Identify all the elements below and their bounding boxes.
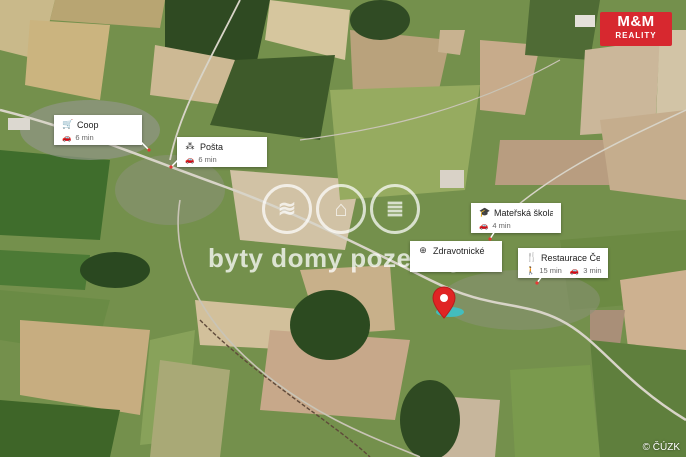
- layers-icon: ≣: [370, 184, 420, 234]
- poi-walk-time: 15 min: [539, 266, 562, 275]
- car-icon: 🚗: [479, 221, 489, 230]
- poi-pointer: [488, 231, 496, 241]
- poi-name: Coop: [77, 119, 99, 130]
- poi-drive-time: 6 min: [198, 155, 217, 164]
- walk-icon: 🚶: [526, 266, 536, 275]
- poi-card-restaurace[interactable]: 🍴Restaurace Český... 🚶15 min 🚗3 min: [518, 248, 608, 278]
- poi-drive-time: 4 min: [492, 221, 511, 230]
- poi-pointer: [141, 142, 151, 152]
- people-icon: ⁂: [185, 141, 195, 151]
- graduation-cap-icon: 🎓: [479, 207, 491, 217]
- medical-icon: ⊕: [419, 245, 427, 255]
- poi-pointer: [535, 276, 543, 285]
- brand-logo-text: M&M: [617, 13, 655, 30]
- brand-logo-subtext: REALITY: [615, 31, 657, 40]
- poi-name: Mateřská škola K...: [494, 207, 553, 218]
- fork-knife-icon: 🍴: [526, 252, 538, 262]
- shopping-cart-icon: 🛒: [62, 119, 74, 129]
- poi-card-posta[interactable]: ⁂ Pošta 🚗 6 min: [177, 137, 267, 167]
- car-icon: 🚗: [185, 155, 195, 164]
- map-attribution: © ČÚZK: [642, 442, 680, 453]
- car-icon: 🚗: [62, 133, 72, 142]
- poi-name: Restaurace Český...: [541, 252, 600, 263]
- poi-card-materska-skola[interactable]: 🎓Mateřská škola K... 🚗4 min: [471, 203, 561, 233]
- poi-name: Zdravotnické: [433, 245, 485, 256]
- poi-card-zdravotnicke[interactable]: ⊕ Zdravotnické: [410, 241, 502, 272]
- poi-card-coop[interactable]: 🛒 Coop 🚗 6 min: [54, 115, 142, 145]
- watermark-logo: ≋ ⌂ ≣: [262, 184, 420, 234]
- aerial-map[interactable]: ≋ ⌂ ≣ byty domy pozemky 🛒 Coop 🚗 6 min ⁂ Po…: [0, 0, 686, 457]
- brand-logo[interactable]: M&M REALITY: [600, 12, 672, 46]
- swirl-icon: ≋: [262, 184, 312, 234]
- house-icon: ⌂: [316, 184, 366, 234]
- poi-drive-time: 3 min: [583, 266, 602, 275]
- location-pin-icon[interactable]: [432, 286, 456, 320]
- poi-pointer: [169, 160, 178, 169]
- poi-name: Pošta: [200, 141, 224, 152]
- car-icon: 🚗: [569, 266, 580, 275]
- poi-drive-time: 6 min: [75, 133, 94, 142]
